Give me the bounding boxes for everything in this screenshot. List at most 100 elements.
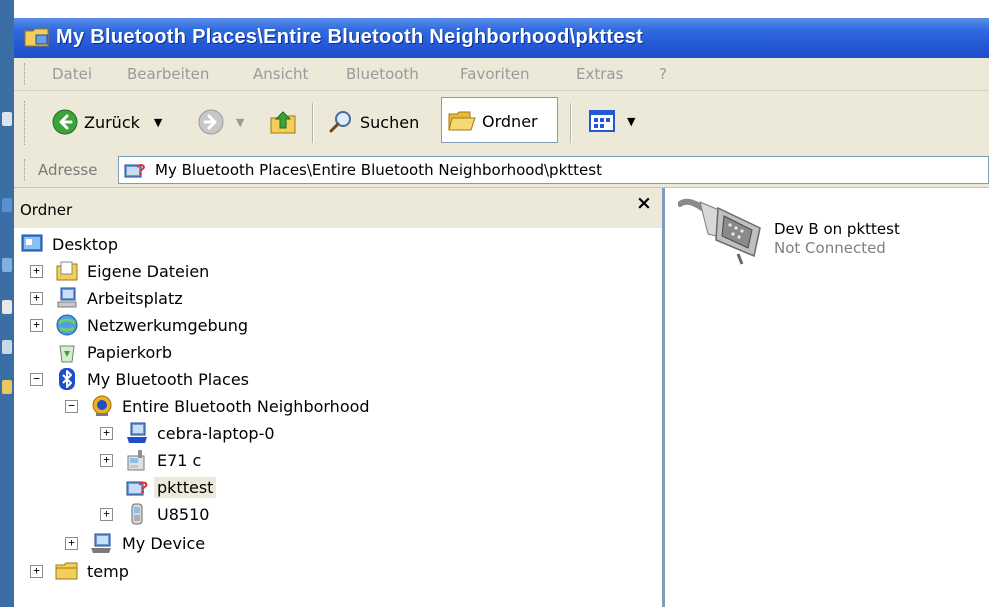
folder-pane-header: Ordner × (14, 188, 662, 228)
mobile-phone-icon (131, 503, 143, 525)
tree-item-desktop[interactable]: Desktop (20, 231, 118, 257)
menu-bearbeiten[interactable]: Bearbeiten (127, 65, 209, 83)
views-button[interactable]: ▼ (589, 109, 635, 133)
desktop-icon-fragment (2, 380, 12, 394)
menu-help[interactable]: ? (659, 65, 667, 83)
tree-item-eigene-dateien[interactable]: + Eigene Dateien (30, 258, 209, 284)
unknown-device-icon: ? (124, 162, 146, 179)
unknown-device-icon: ? (126, 478, 148, 497)
search-button[interactable]: Suchen (328, 109, 419, 135)
search-icon (329, 111, 351, 133)
close-icon[interactable]: × (636, 194, 652, 213)
explorer-window: My Bluetooth Places\Entire Bluetooth Nei… (14, 0, 989, 607)
my-documents-icon (56, 261, 78, 281)
folder-up-icon (270, 111, 296, 134)
folder-pane: Ordner × Desktop + Eigene Dateien + Arbe… (14, 188, 665, 607)
back-arrow-icon (52, 109, 78, 135)
up-button[interactable] (269, 108, 297, 136)
address-grip[interactable] (24, 159, 28, 181)
tree-item-label: My Bluetooth Places (87, 369, 249, 389)
tree-item-netzwerkumgebung[interactable]: + Netzwerkumgebung (30, 312, 248, 338)
forward-button[interactable]: ▼ (198, 109, 244, 135)
laptop-icon (127, 422, 147, 443)
tree-item-my-bluetooth-places[interactable]: − My Bluetooth Places (30, 366, 249, 392)
menu-datei[interactable]: Datei (52, 65, 92, 83)
forward-arrow-icon (198, 109, 224, 135)
collapse-icon[interactable]: − (65, 399, 78, 413)
tree-item-e71-c[interactable]: + E71 c (100, 447, 201, 473)
tree-item-label: cebra-laptop-0 (157, 423, 275, 443)
tree-item-my-device[interactable]: + My Device (65, 530, 205, 556)
desktop-background (0, 0, 14, 607)
folders-icon (448, 111, 476, 131)
desktop-icon-fragment (2, 198, 12, 212)
svg-text:?: ? (136, 162, 146, 179)
bluetooth-icon (59, 368, 75, 390)
search-button-label: Suchen (360, 112, 420, 132)
tree-item-arbeitsplatz[interactable]: + Arbeitsplatz (30, 285, 183, 311)
menu-bluetooth[interactable]: Bluetooth (346, 65, 419, 83)
expand-icon[interactable]: + (100, 426, 113, 440)
tree-item-label: Desktop (52, 234, 118, 254)
toolbar-grip[interactable] (24, 101, 28, 145)
expand-icon[interactable]: + (30, 291, 43, 305)
content-item-name: Dev B on pkttest (774, 220, 900, 238)
phone-icon (127, 450, 145, 471)
title-bar[interactable]: My Bluetooth Places\Entire Bluetooth Nei… (14, 18, 989, 58)
desktop-icon-fragment (2, 300, 12, 314)
recycle-bin-icon (59, 345, 75, 363)
menu-grip[interactable] (24, 63, 28, 85)
desktop-icon-fragment (2, 340, 12, 354)
tree-item-label: Netzwerkumgebung (87, 315, 249, 335)
address-value: My Bluetooth Places\Entire Bluetooth Nei… (155, 161, 602, 179)
tree-item-label: U8510 (157, 504, 210, 524)
menu-extras[interactable]: Extras (576, 65, 623, 83)
menu-favoriten[interactable]: Favoriten (460, 65, 529, 83)
network-icon (56, 314, 78, 336)
views-dropdown-icon[interactable]: ▼ (627, 115, 635, 128)
back-button-label: Zurück (84, 112, 140, 132)
back-button[interactable]: Zurück ▼ (52, 109, 162, 135)
expand-icon[interactable]: + (65, 536, 78, 550)
toolbar-separator (312, 103, 314, 143)
tree-item-entire-bluetooth-neighborhood[interactable]: − Entire Bluetooth Neighborhood (65, 393, 370, 419)
tree-item-cebra-laptop-0[interactable]: + cebra-laptop-0 (100, 420, 275, 446)
tree-item-label: E71 c (157, 450, 202, 470)
expand-icon[interactable]: + (30, 564, 43, 578)
menu-bar: Datei Bearbeiten Ansicht Bluetooth Favor… (14, 58, 989, 91)
folders-button[interactable]: Ordner (441, 97, 558, 143)
expand-icon[interactable]: + (30, 318, 43, 332)
content-pane: Dev B on pkttest Not Connected (672, 188, 989, 607)
my-computer-icon (57, 287, 77, 308)
back-dropdown-icon[interactable]: ▼ (154, 116, 162, 129)
desktop-icon (21, 234, 43, 252)
collapse-icon[interactable]: − (30, 372, 43, 386)
bluetooth-neighborhood-icon (92, 395, 112, 416)
desktop-icon-fragment (2, 112, 12, 126)
expand-icon[interactable]: + (100, 507, 113, 521)
window-title: My Bluetooth Places\Entire Bluetooth Nei… (56, 26, 644, 48)
address-bar: Adresse ? My Bluetooth Places\Entire Blu… (14, 153, 989, 188)
tree-item-u8510[interactable]: + U8510 (100, 501, 209, 527)
expand-icon[interactable]: + (100, 453, 113, 467)
tree-item-label: Papierkorb (87, 342, 172, 362)
standard-toolbar: Zurück ▼ ▼ Suchen Ordner ▼ (14, 91, 989, 154)
tree-item-pkttest[interactable]: ? pkttest (100, 474, 217, 500)
address-label: Adresse (38, 161, 98, 179)
toolbar-separator (570, 103, 572, 143)
svg-text:?: ? (138, 478, 148, 497)
content-item-status: Not Connected (774, 239, 886, 257)
serial-port-icon (678, 198, 761, 265)
forward-dropdown-icon[interactable]: ▼ (236, 116, 244, 129)
tree-item-papierkorb[interactable]: Papierkorb (30, 339, 172, 365)
expand-icon[interactable]: + (30, 264, 43, 278)
menu-ansicht[interactable]: Ansicht (253, 65, 308, 83)
desktop-icon-fragment (2, 258, 12, 272)
tree-item-label: Eigene Dateien (87, 261, 210, 281)
tree-item-temp[interactable]: + temp (30, 558, 129, 584)
address-input[interactable]: ? My Bluetooth Places\Entire Bluetooth N… (118, 156, 989, 184)
tree-item-label: My Device (122, 533, 206, 553)
folder-window-icon (24, 28, 49, 47)
folder-icon (55, 562, 78, 580)
tree-item-label: Entire Bluetooth Neighborhood (122, 396, 370, 416)
